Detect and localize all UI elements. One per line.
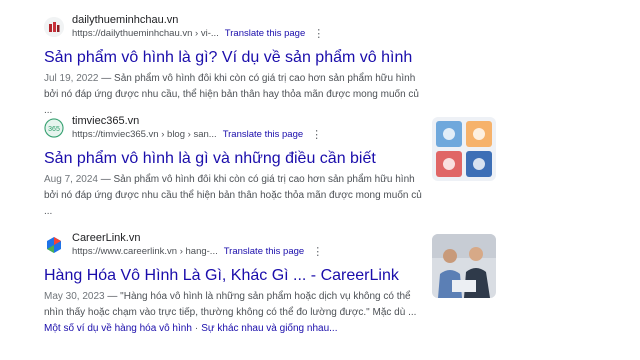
- url-line: https://dailythueminhchau.vn › vi-... Tr…: [72, 27, 324, 40]
- result-date: Jul 19, 2022: [44, 73, 99, 84]
- url-line: https://www.careerlink.vn › hang-... Tra…: [72, 245, 323, 258]
- result-date: Aug 7, 2024: [44, 174, 98, 185]
- result-snippet: May 30, 2023 — "Hàng hóa vô hình là nhữn…: [44, 289, 424, 321]
- sitelink-separator: ·: [194, 323, 199, 334]
- snippet-text: — Sản phẩm vô hình đôi khi còn có giá tr…: [44, 174, 422, 217]
- result-url: https://timviec365.vn › blog › san...: [72, 129, 217, 140]
- translate-link[interactable]: Translate this page: [223, 128, 303, 141]
- result-title[interactable]: Hàng Hóa Vô Hình Là Gì, Khác Gì ... - Ca…: [44, 265, 604, 287]
- sitelinks: Một số ví dụ về hàng hóa vô hình · Sự khác…: [44, 321, 604, 337]
- sitelink[interactable]: Một số ví dụ về hàng hóa vô hình: [44, 323, 192, 334]
- result-thumbnail[interactable]: [432, 117, 496, 181]
- result-snippet: Aug 7, 2024 — Sản phẩm vô hình đôi khi c…: [44, 172, 424, 220]
- result-thumbnail[interactable]: [432, 234, 496, 298]
- svg-text:365: 365: [48, 126, 60, 133]
- snippet-text: — Sản phẩm vô hình đôi khi còn có giá tr…: [44, 73, 419, 116]
- result-url: https://www.careerlink.vn › hang-...: [72, 246, 218, 257]
- translate-link[interactable]: Translate this page: [225, 27, 305, 40]
- building-favicon-icon: [44, 17, 64, 37]
- result-url: https://dailythueminhchau.vn › vi-...: [72, 28, 219, 39]
- more-options-icon[interactable]: ⋮: [313, 28, 324, 39]
- more-options-icon[interactable]: ⋮: [312, 246, 323, 257]
- site-name: dailythueminhchau.vn: [72, 14, 179, 26]
- result-date: May 30, 2023: [44, 291, 105, 302]
- sitelink[interactable]: Sự khác nhau và giống nhau...: [201, 323, 337, 334]
- careerlink-logo-icon: [44, 235, 64, 255]
- result-source[interactable]: CareerLink.vn https://www.careerlink.vn …: [44, 232, 604, 262]
- result-title[interactable]: Sản phẩm vô hình là gì? Ví dụ về sản phẩ…: [44, 47, 604, 69]
- url-line: https://timviec365.vn › blog › san... Tr…: [72, 128, 322, 141]
- site-name: timviec365.vn: [72, 115, 140, 127]
- result-source[interactable]: 365 timviec365.vn https://timviec365.vn …: [44, 115, 604, 145]
- translate-link[interactable]: Translate this page: [224, 245, 304, 258]
- source-text: dailythueminhchau.vn https://dailythuemi…: [72, 14, 324, 40]
- search-result: 365 timviec365.vn https://timviec365.vn …: [44, 115, 604, 220]
- search-result: dailythueminhchau.vn https://dailythuemi…: [44, 14, 604, 119]
- result-source[interactable]: dailythueminhchau.vn https://dailythuemi…: [44, 14, 604, 44]
- source-text: timviec365.vn https://timviec365.vn › bl…: [72, 115, 322, 141]
- source-text: CareerLink.vn https://www.careerlink.vn …: [72, 232, 323, 258]
- timviec365-logo-icon: 365: [44, 118, 64, 138]
- result-snippet: Jul 19, 2022 — Sản phẩm vô hình đôi khi …: [44, 71, 424, 119]
- site-name: CareerLink.vn: [72, 232, 141, 244]
- more-options-icon[interactable]: ⋮: [311, 129, 322, 140]
- result-title[interactable]: Sản phẩm vô hình là gì và những điều cần…: [44, 148, 604, 170]
- search-result: CareerLink.vn https://www.careerlink.vn …: [44, 232, 604, 337]
